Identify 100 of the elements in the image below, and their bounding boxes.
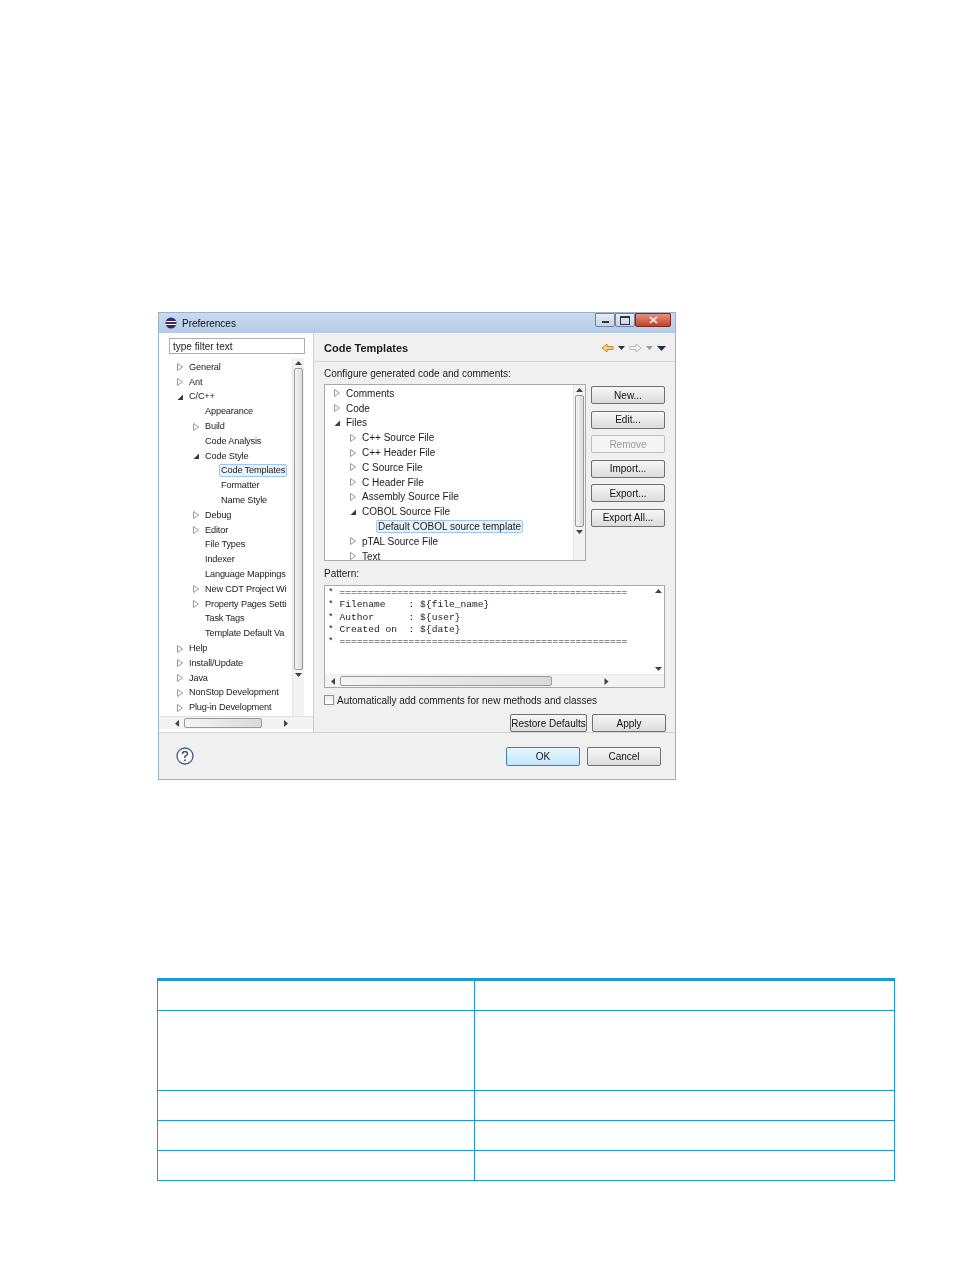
collapsed-arrow-icon[interactable] (193, 526, 199, 535)
vertical-scrollbar[interactable] (573, 385, 585, 560)
tree-item[interactable]: Code Analysis (203, 434, 264, 448)
tree-item[interactable]: Install/Update (187, 656, 246, 670)
collapsed-arrow-icon[interactable] (334, 389, 340, 398)
action-button[interactable]: Import... (591, 459, 665, 478)
collapsed-arrow-icon[interactable] (177, 644, 183, 653)
pattern-editor[interactable]: * ================================================== * Filename : ${file_name} * Author : ${user} * Created on : ${date} * ================================================== (324, 585, 665, 688)
collapsed-arrow-icon[interactable] (193, 585, 199, 594)
tree-item[interactable]: Assembly Source File (360, 490, 461, 504)
vertical-scrollbar[interactable] (292, 358, 304, 716)
tree-item[interactable]: Language Mappings (203, 568, 288, 582)
tree-item[interactable]: Name Style (219, 494, 269, 508)
tree-item[interactable]: Code (344, 401, 372, 415)
collapsed-arrow-icon[interactable] (350, 448, 356, 457)
collapsed-arrow-icon[interactable] (177, 659, 183, 668)
view-menu-icon[interactable] (657, 345, 666, 351)
tree-item[interactable]: Help (187, 642, 210, 656)
forward-arrow-icon[interactable] (629, 343, 642, 353)
tree-item[interactable]: Text (360, 549, 383, 560)
horizontal-scrollbar[interactable] (325, 674, 664, 687)
checkbox[interactable] (324, 695, 334, 705)
tree-item[interactable]: NonStop Development (187, 686, 281, 700)
tree-item[interactable]: Appearance (203, 405, 256, 419)
tree-item[interactable]: C Source File (360, 460, 425, 474)
tree-item[interactable]: Template Default Va (203, 627, 287, 641)
tree-item[interactable]: Code Templates (219, 464, 288, 478)
collapsed-arrow-icon[interactable] (350, 478, 356, 487)
tree-item[interactable]: General (187, 360, 223, 374)
tree-item[interactable]: Property Pages Setti (203, 597, 289, 611)
help-icon[interactable] (176, 747, 194, 765)
tree-item[interactable]: Java (187, 671, 210, 685)
collapsed-arrow-icon[interactable] (193, 600, 199, 609)
tree-item[interactable]: Build (203, 420, 227, 434)
collapsed-arrow-icon[interactable] (193, 511, 199, 520)
tree-item[interactable]: Indexer (203, 553, 237, 567)
code-line: * ================================================== (328, 636, 629, 649)
action-button[interactable]: Export All... (591, 508, 665, 527)
page-title: Code Templates (324, 342, 409, 354)
tree-item[interactable]: COBOL Source File (360, 505, 452, 519)
dialog-button[interactable]: OK (506, 746, 580, 766)
collapsed-arrow-icon[interactable] (193, 422, 199, 431)
dialog-button[interactable]: Cancel (587, 746, 661, 766)
tree-item[interactable]: Files (344, 416, 370, 430)
scroll-down-arrow-icon[interactable] (576, 530, 583, 534)
collapsed-arrow-icon[interactable] (177, 674, 183, 683)
expanded-arrow-icon[interactable] (177, 393, 183, 401)
tree-item[interactable]: Default COBOL source template (376, 520, 524, 534)
vertical-scrollbar[interactable] (653, 586, 664, 674)
action-button[interactable]: Edit... (591, 410, 665, 429)
apply-button[interactable]: Apply (592, 714, 666, 732)
minimize-button[interactable] (595, 313, 615, 327)
tree-item[interactable]: Formatter (219, 479, 262, 493)
collapsed-arrow-icon[interactable] (177, 688, 183, 697)
restore-defaults-button[interactable]: Restore Defaults (510, 714, 587, 732)
scroll-down-arrow-icon[interactable] (295, 673, 302, 677)
tree-item[interactable]: Editor (203, 523, 231, 537)
scroll-left-arrow-icon[interactable] (175, 719, 179, 727)
tree-item[interactable]: Ant (187, 375, 205, 389)
tree-item[interactable]: C++ Header File (360, 446, 438, 460)
code-line: * Created on : ${date} (328, 623, 462, 637)
scroll-up-arrow-icon[interactable] (655, 589, 662, 593)
collapsed-arrow-icon[interactable] (350, 492, 356, 501)
tree-item[interactable]: C Header File (360, 475, 426, 489)
tree-item[interactable]: C/C++ (187, 390, 217, 404)
tree-item[interactable]: New CDT Project Wi (203, 582, 289, 596)
collapsed-arrow-icon[interactable] (177, 703, 183, 712)
close-button[interactable] (635, 313, 671, 327)
tree-item[interactable]: File Types (203, 538, 248, 552)
collapsed-arrow-icon[interactable] (350, 552, 356, 560)
collapsed-arrow-icon[interactable] (177, 363, 183, 372)
scroll-left-arrow-icon[interactable] (331, 677, 335, 685)
tree-item[interactable]: Comments (344, 386, 397, 400)
tree-item[interactable]: Code Style (203, 449, 251, 463)
collapsed-arrow-icon[interactable] (350, 463, 356, 472)
expanded-arrow-icon[interactable] (334, 419, 340, 427)
description-text: Configure generated code and comments: (324, 367, 512, 380)
tree-item[interactable]: C++ Source File (360, 431, 437, 445)
scroll-up-arrow-icon[interactable] (576, 388, 583, 392)
back-arrow-icon[interactable] (601, 343, 614, 353)
collapsed-arrow-icon[interactable] (350, 433, 356, 442)
action-button[interactable]: New... (591, 386, 665, 404)
collapsed-arrow-icon[interactable] (177, 378, 183, 387)
action-button[interactable]: Export... (591, 484, 665, 502)
horizontal-scrollbar[interactable] (159, 716, 313, 729)
tree-item[interactable]: Debug (203, 508, 234, 522)
expanded-arrow-icon[interactable] (350, 507, 356, 516)
tree-item[interactable]: Task Tags (203, 612, 247, 626)
close-icon (648, 316, 658, 324)
filter-field[interactable]: type filter text (169, 338, 305, 354)
code-line: * Author : ${user} (328, 611, 462, 624)
tree-item[interactable]: pTAL Source File (360, 534, 441, 548)
collapsed-arrow-icon[interactable] (350, 537, 356, 546)
collapsed-arrow-icon[interactable] (334, 404, 340, 413)
expanded-arrow-icon[interactable] (193, 452, 199, 461)
caret-icon[interactable] (618, 346, 625, 350)
scroll-up-arrow-icon[interactable] (295, 361, 302, 365)
scroll-down-arrow-icon[interactable] (655, 667, 662, 671)
tree-item[interactable]: Plug-in Development (187, 701, 274, 715)
maximize-button[interactable] (615, 313, 635, 327)
